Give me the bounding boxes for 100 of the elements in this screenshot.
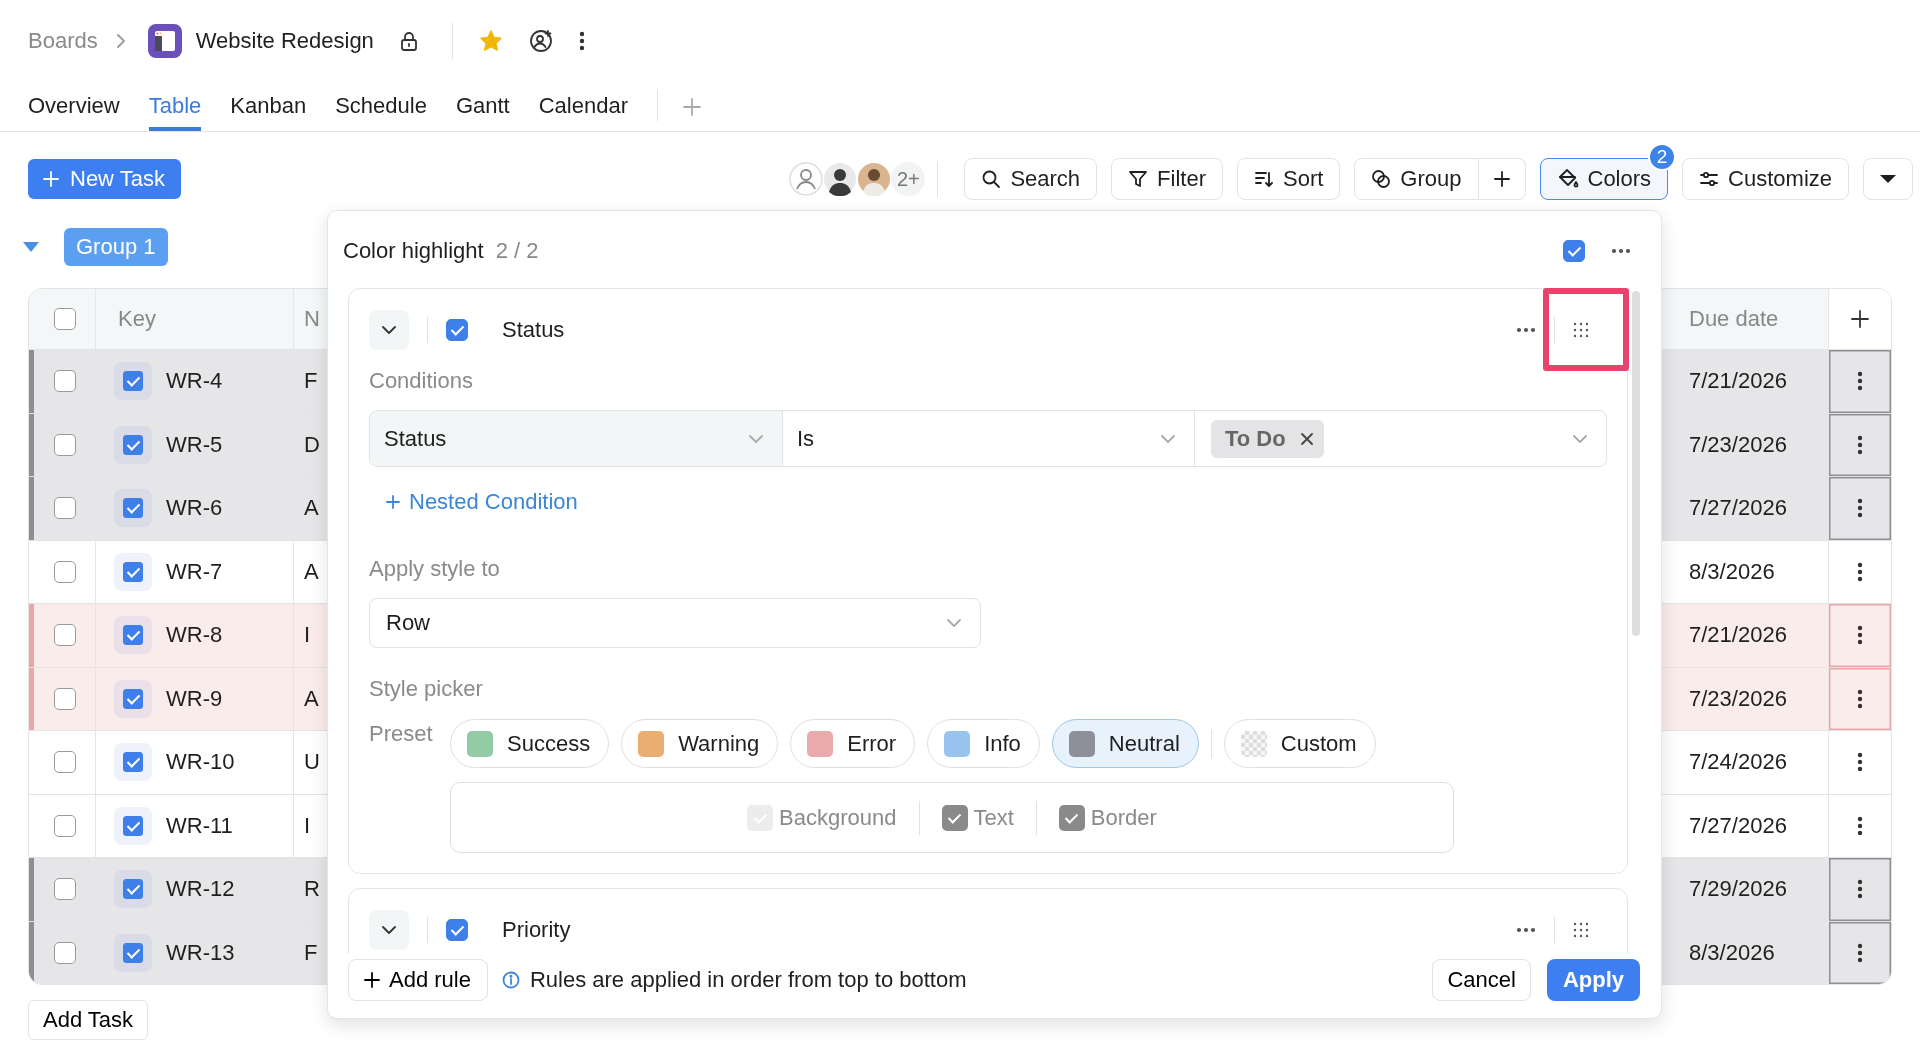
apply-button[interactable]: Apply	[1546, 959, 1640, 1001]
checkbox[interactable]	[53, 814, 76, 837]
star-icon[interactable]	[478, 29, 503, 53]
preset-chip[interactable]: Info	[927, 719, 1040, 768]
avatar[interactable]	[857, 162, 892, 196]
task-name: F	[304, 939, 318, 966]
checkbox[interactable]	[446, 319, 468, 341]
task-key: WR-8	[166, 622, 223, 649]
more-icon[interactable]	[1516, 327, 1536, 333]
checkbox[interactable]	[53, 433, 76, 456]
chevron-down-icon	[946, 618, 962, 628]
more-icon[interactable]	[1857, 752, 1863, 773]
checkbox[interactable]	[1563, 240, 1585, 262]
add-task-button[interactable]: Add Task	[28, 1000, 149, 1040]
new-task-button[interactable]: New Task	[28, 159, 181, 199]
view-tab[interactable]: Gantt	[455, 93, 510, 131]
checkbox[interactable]	[123, 625, 143, 646]
checkbox[interactable]	[53, 878, 76, 901]
more-icon[interactable]	[1611, 248, 1631, 254]
more-icon[interactable]	[1857, 688, 1863, 709]
option-label: Text	[973, 804, 1014, 831]
checkbox[interactable]	[123, 688, 143, 709]
preset-chip[interactable]: Warning	[621, 719, 779, 768]
cancel-button[interactable]: Cancel	[1432, 959, 1531, 1001]
column-header: Key	[118, 306, 156, 332]
person-plus-icon[interactable]	[528, 29, 553, 53]
more-icon[interactable]	[1857, 561, 1863, 582]
task-name: A	[304, 558, 319, 585]
scrollbar[interactable]	[1632, 291, 1640, 636]
task-key: WR-10	[166, 749, 235, 776]
expand-button[interactable]	[369, 310, 409, 350]
task-key: WR-9	[166, 685, 223, 712]
more-icon[interactable]	[1857, 371, 1863, 392]
customize-button[interactable]: Customize	[1682, 158, 1849, 200]
filter-icon	[1128, 169, 1149, 189]
add-group-button[interactable]	[1478, 158, 1526, 200]
option-label: Border	[1090, 804, 1157, 831]
checkbox[interactable]	[53, 370, 76, 393]
task-name: A	[304, 685, 319, 712]
more-icon[interactable]	[1857, 625, 1863, 646]
sort-icon	[1254, 169, 1274, 189]
apply-to-select[interactable]: Row	[369, 598, 981, 648]
avatar[interactable]	[823, 162, 858, 196]
collapse-icon[interactable]	[22, 241, 40, 253]
checkbox[interactable]	[123, 752, 143, 773]
search-button[interactable]: Search	[964, 158, 1098, 200]
preset-chip[interactable]: Success	[450, 719, 610, 768]
add-column-icon[interactable]	[1850, 309, 1870, 329]
more-icon[interactable]	[1516, 927, 1536, 933]
due-date: 7/21/2026	[1689, 368, 1787, 395]
view-tab[interactable]: Calendar	[538, 93, 628, 131]
paint-bucket-icon	[1556, 168, 1579, 190]
filter-button[interactable]: Filter	[1111, 158, 1223, 200]
sort-button[interactable]: Sort	[1237, 158, 1341, 200]
drag-handle-icon[interactable]	[1573, 922, 1589, 938]
preset-chip[interactable]: Neutral	[1051, 719, 1199, 768]
view-tab[interactable]: Overview	[28, 93, 120, 131]
preset-chip[interactable]: Custom	[1223, 719, 1376, 768]
rule-title: Status	[502, 317, 565, 343]
checkbox[interactable]	[53, 624, 76, 647]
drag-handle-icon[interactable]	[1573, 322, 1589, 338]
group-button[interactable]: Group	[1354, 158, 1479, 200]
more-icon[interactable]	[1857, 498, 1863, 519]
member-count[interactable]: 2+	[891, 162, 926, 196]
checkbox[interactable]	[123, 434, 143, 455]
more-icon[interactable]	[1857, 942, 1863, 963]
nested-condition-link[interactable]: Nested Condition	[385, 491, 578, 513]
checkbox[interactable]	[123, 942, 143, 963]
checkbox[interactable]	[53, 687, 76, 710]
more-icon[interactable]	[1857, 879, 1863, 900]
checkbox[interactable]	[53, 308, 76, 330]
more-icon[interactable]	[1857, 434, 1863, 455]
checkbox[interactable]	[53, 751, 76, 774]
board-icon	[147, 24, 182, 58]
dropdown-button[interactable]	[1863, 158, 1913, 200]
checkbox[interactable]	[446, 919, 468, 941]
checkbox[interactable]	[53, 941, 76, 964]
add-rule-button[interactable]: Add rule	[348, 959, 488, 1001]
checkbox[interactable]	[123, 371, 143, 392]
view-tab[interactable]: Schedule	[335, 93, 427, 131]
checkbox[interactable]	[123, 815, 143, 836]
expand-button[interactable]	[369, 910, 409, 950]
checkbox[interactable]	[1058, 804, 1085, 831]
add-view-icon[interactable]	[682, 97, 702, 117]
view-tab[interactable]: Kanban	[230, 93, 307, 131]
task-key: WR-6	[166, 495, 223, 522]
checkbox[interactable]	[123, 561, 143, 582]
sliders-icon	[1699, 169, 1720, 189]
checkbox[interactable]	[53, 560, 76, 583]
more-icon[interactable]	[578, 31, 585, 51]
view-tab[interactable]: Table	[148, 93, 202, 131]
due-date: 8/3/2026	[1689, 939, 1775, 966]
more-icon[interactable]	[1857, 815, 1863, 836]
checkbox[interactable]	[123, 879, 143, 900]
preset-chip[interactable]: Error	[790, 719, 916, 768]
checkbox[interactable]	[941, 804, 968, 831]
due-date: 7/21/2026	[1689, 622, 1787, 649]
checkbox[interactable]	[123, 498, 143, 519]
checkered-swatch-icon	[1240, 730, 1267, 757]
checkbox[interactable]	[53, 497, 76, 520]
